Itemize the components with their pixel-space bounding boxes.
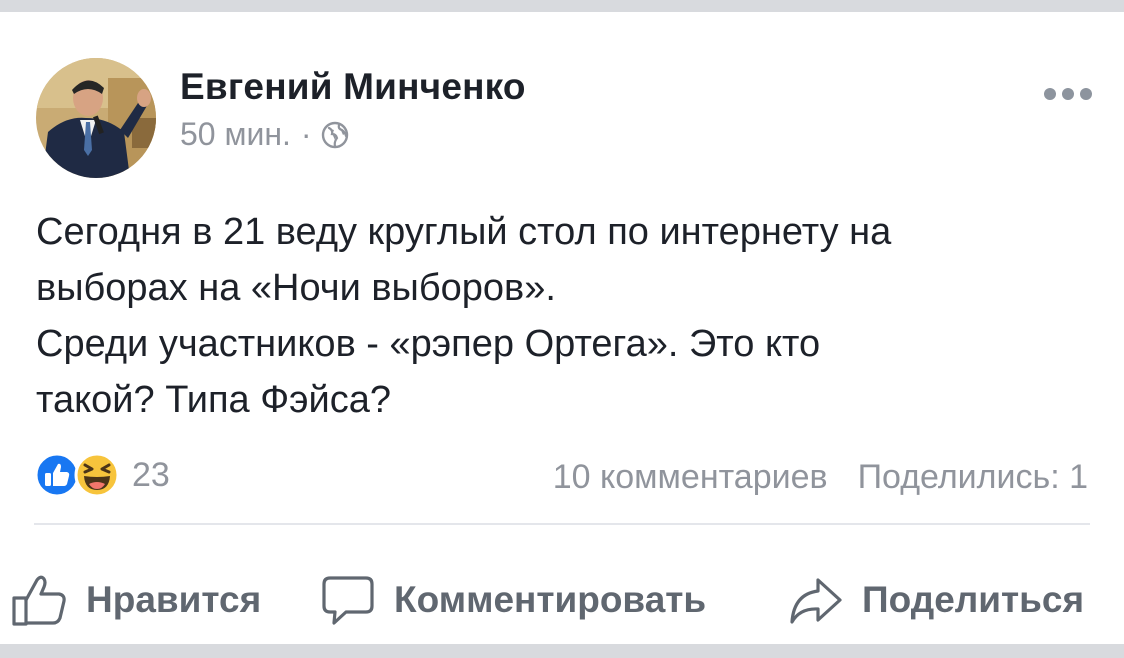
post-stats: 10 комментариев Поделились: 1	[553, 458, 1088, 497]
share-button[interactable]: Поделиться	[788, 572, 1084, 628]
post-text-line: выборах на «Ночи выборов».	[36, 267, 556, 309]
like-button-label: Нравится	[86, 579, 262, 620]
share-arrow-icon	[790, 578, 842, 624]
post-timestamp[interactable]: 50 мин.	[180, 116, 291, 153]
post-card: Евгений Минченко 50 мин. · Сегодня в 21 …	[0, 12, 1124, 644]
post-text-line: Среди участников - «рэпер Ортега». Это к…	[36, 323, 821, 365]
post-meta: 50 мин. ·	[180, 116, 350, 153]
post-text-line: Сегодня в 21 веду круглый стол по интерн…	[36, 211, 892, 253]
comment-icon	[322, 576, 374, 625]
author-avatar[interactable]	[36, 58, 156, 178]
shares-count-link[interactable]: Поделились: 1	[858, 458, 1088, 497]
like-button[interactable]: Нравится	[10, 572, 261, 628]
reactions-summary[interactable]: 23	[34, 452, 170, 498]
haha-reaction-icon	[74, 452, 120, 498]
post-actions: Нравится Комментировать Поделиться	[0, 572, 1124, 632]
reaction-count: 23	[132, 455, 170, 494]
thumbs-up-icon	[12, 575, 66, 626]
comments-count-link[interactable]: 10 комментариев	[553, 458, 828, 497]
avatar-photo	[36, 58, 156, 178]
author-name[interactable]: Евгений Минченко	[180, 66, 526, 108]
more-options-icon[interactable]	[1044, 88, 1092, 100]
globe-icon[interactable]	[320, 120, 350, 150]
comment-button-label: Комментировать	[394, 579, 707, 620]
comment-button[interactable]: Комментировать	[320, 572, 706, 628]
meta-separator: ·	[300, 116, 312, 152]
divider	[34, 523, 1090, 525]
post-text-line: такой? Типа Фэйса?	[36, 379, 392, 421]
post-text: Сегодня в 21 веду круглый стол по интерн…	[36, 204, 1086, 428]
share-button-label: Поделиться	[862, 579, 1085, 620]
